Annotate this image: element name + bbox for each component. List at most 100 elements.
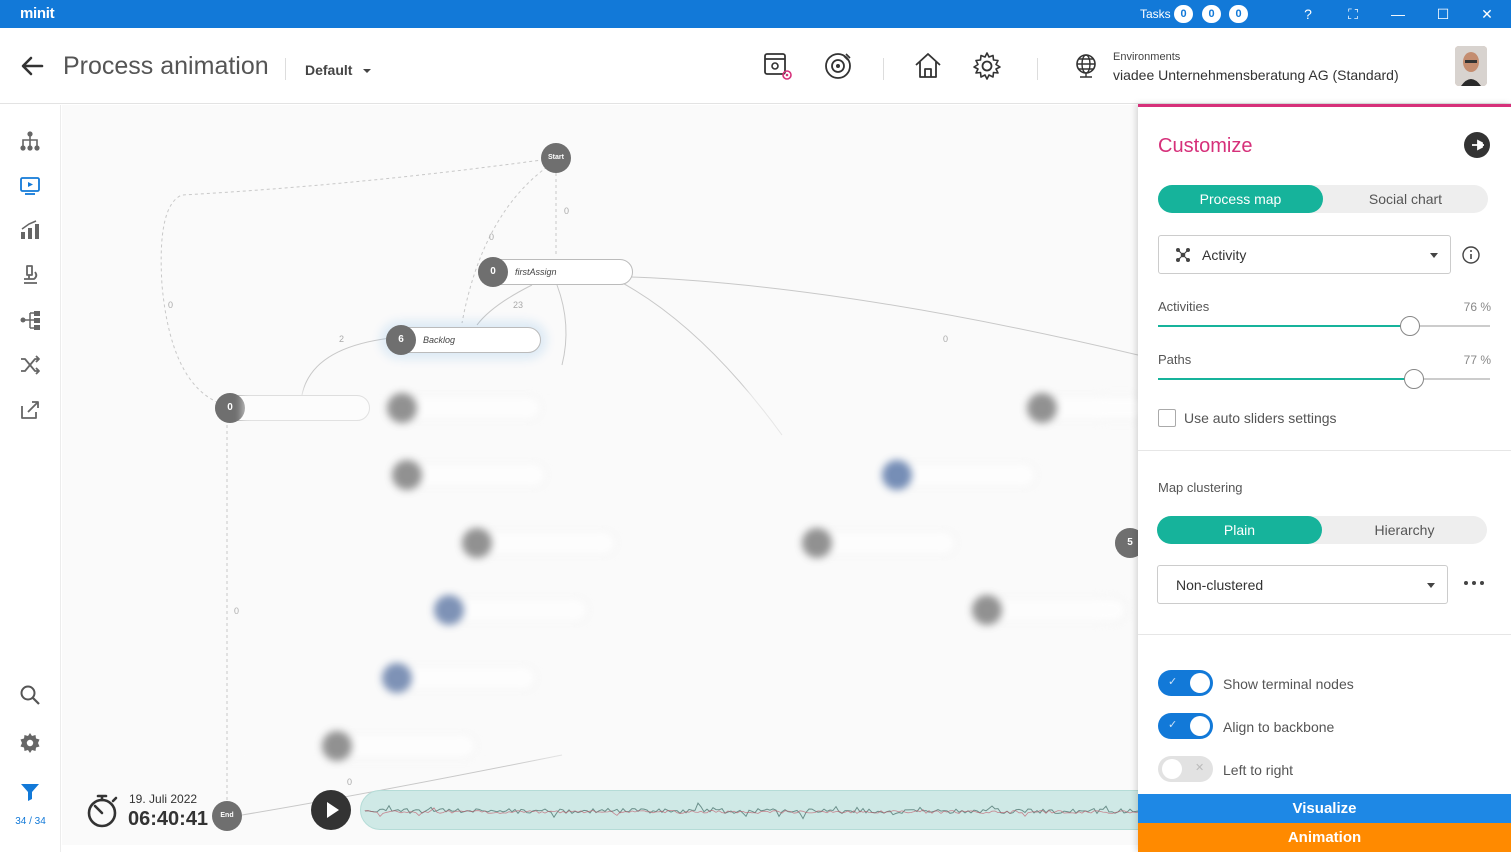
- settings-icon[interactable]: [18, 731, 42, 755]
- clustering-select[interactable]: Non-clustered: [1157, 565, 1448, 604]
- activities-slider-thumb[interactable]: [1400, 316, 1421, 336]
- view-switch: Process map Social chart: [1158, 185, 1488, 213]
- paths-slider-label: Paths: [1158, 352, 1192, 367]
- play-button[interactable]: [311, 790, 351, 830]
- fullscreen-button[interactable]: ⛶: [1343, 4, 1363, 24]
- x-icon: ✕: [1195, 762, 1205, 774]
- edge-label: 0: [168, 300, 173, 310]
- auto-sliders-label: Use auto sliders settings: [1184, 410, 1337, 426]
- target-icon[interactable]: [822, 50, 854, 82]
- task-count-badge[interactable]: 0: [1202, 5, 1221, 23]
- process-map-icon[interactable]: [18, 129, 42, 153]
- activities-slider-value: 76 %: [1463, 300, 1491, 314]
- tab-hierarchy[interactable]: Hierarchy: [1322, 516, 1487, 544]
- node-count: 0: [478, 257, 508, 287]
- microscope-icon[interactable]: [18, 263, 42, 287]
- left-to-right-toggle[interactable]: ✕: [1158, 756, 1213, 782]
- title-bar: minit Tasks 0 0 0 ? ⛶ — ☐ ✕: [0, 0, 1511, 28]
- minimize-button[interactable]: —: [1388, 4, 1408, 24]
- activity-icon: [1176, 248, 1190, 262]
- home-icon[interactable]: [912, 50, 944, 82]
- dimension-select[interactable]: Activity: [1158, 235, 1451, 274]
- variants-icon[interactable]: [18, 308, 42, 332]
- activity-node[interactable]: 0 firstAssign: [478, 257, 633, 287]
- header-divider: [883, 58, 884, 80]
- pin-button[interactable]: [1464, 132, 1490, 158]
- node-count: 6: [386, 325, 416, 355]
- chevron-down-icon: [363, 69, 372, 73]
- play-icon: [327, 802, 339, 818]
- help-button[interactable]: ?: [1298, 4, 1318, 24]
- more-options-icon[interactable]: [1463, 577, 1485, 589]
- toggle-knob: [1190, 673, 1210, 693]
- gear-icon[interactable]: [971, 50, 1003, 82]
- edge-label: 0: [564, 206, 569, 216]
- animation-date: 19. Juli 2022: [129, 792, 198, 806]
- animation-icon[interactable]: [18, 173, 42, 197]
- process-map-canvas[interactable]: 0 0 23 2 0 0 0 0 Start 0 firstAssign 6 B…: [62, 105, 1138, 845]
- playback-bar: 19. Juli 2022 06:40:41 End: [62, 783, 1160, 845]
- node-label: firstAssign: [515, 267, 557, 277]
- activities-slider-label: Activities: [1158, 299, 1210, 314]
- dimension-value: Activity: [1202, 247, 1247, 263]
- left-navigation: 34 / 34: [0, 105, 61, 852]
- tab-social-chart[interactable]: Social chart: [1323, 185, 1488, 213]
- edge-label: 0: [234, 606, 239, 616]
- paths-slider[interactable]: [1158, 369, 1490, 389]
- clustering-switch: Plain Hierarchy: [1157, 516, 1487, 544]
- edge-label: 23: [513, 300, 523, 310]
- node-label: Backlog: [423, 335, 456, 345]
- page-title: Process animation: [63, 52, 269, 80]
- filter-icon[interactable]: [18, 780, 42, 804]
- environment-name[interactable]: viadee Unternehmensberatung AG (Standard…: [1113, 67, 1399, 83]
- task-count-badge[interactable]: 0: [1174, 5, 1193, 23]
- end-node[interactable]: End: [212, 801, 242, 831]
- task-count-badge[interactable]: 0: [1229, 5, 1248, 23]
- auto-sliders-checkbox[interactable]: [1158, 409, 1176, 427]
- animation-button[interactable]: Animation: [1138, 823, 1511, 852]
- search-icon[interactable]: [18, 683, 42, 707]
- paths-slider-thumb[interactable]: [1403, 369, 1424, 389]
- close-button[interactable]: ✕: [1477, 4, 1497, 24]
- export-icon[interactable]: [18, 398, 42, 422]
- visualize-button[interactable]: Visualize: [1138, 794, 1511, 823]
- toggle-knob: [1162, 759, 1182, 779]
- header-divider: [1037, 58, 1038, 80]
- snapshot-settings-icon[interactable]: [762, 50, 794, 82]
- variant-label: Default: [305, 62, 353, 78]
- avatar[interactable]: [1455, 46, 1487, 86]
- activity-node[interactable]: 5: [1115, 528, 1138, 558]
- edge-label: 0: [943, 334, 948, 344]
- filter-count: 34 / 34: [15, 816, 46, 827]
- clustering-value: Non-clustered: [1176, 577, 1264, 593]
- app-logo: minit: [20, 5, 55, 22]
- animation-time: 06:40:41: [128, 808, 209, 830]
- show-terminal-nodes-toggle[interactable]: ✓: [1158, 670, 1213, 696]
- statistics-icon[interactable]: [18, 218, 42, 242]
- chevron-down-icon: [1430, 253, 1438, 258]
- paths-slider-value: 77 %: [1463, 353, 1491, 367]
- maximize-button[interactable]: ☐: [1433, 4, 1453, 24]
- back-arrow-icon[interactable]: [18, 52, 46, 80]
- edge-label: 0: [489, 232, 494, 242]
- tab-plain[interactable]: Plain: [1157, 516, 1322, 544]
- panel-title: Customize: [1158, 135, 1253, 157]
- tasks-label: Tasks: [1140, 7, 1171, 21]
- animation-timeline[interactable]: [360, 790, 1160, 830]
- node-count: 5: [1115, 528, 1138, 558]
- info-icon[interactable]: [1461, 245, 1481, 265]
- align-to-backbone-toggle[interactable]: ✓: [1158, 713, 1213, 739]
- shuffle-icon[interactable]: [18, 353, 42, 377]
- show-terminal-nodes-label: Show terminal nodes: [1223, 676, 1354, 692]
- activities-slider[interactable]: [1158, 316, 1490, 336]
- check-icon: ✓: [1168, 676, 1178, 688]
- customize-panel: Customize Process map Social chart Activ…: [1138, 104, 1511, 852]
- tab-process-map[interactable]: Process map: [1158, 185, 1323, 213]
- activities-slider-fill: [1158, 325, 1411, 327]
- variant-dropdown[interactable]: Default: [305, 62, 372, 78]
- activity-node[interactable]: 6 Backlog: [386, 325, 541, 355]
- timeline-waveform: [364, 802, 1155, 820]
- start-node[interactable]: Start: [541, 143, 571, 173]
- left-to-right-label: Left to right: [1223, 762, 1294, 778]
- align-to-backbone-label: Align to backbone: [1223, 719, 1335, 735]
